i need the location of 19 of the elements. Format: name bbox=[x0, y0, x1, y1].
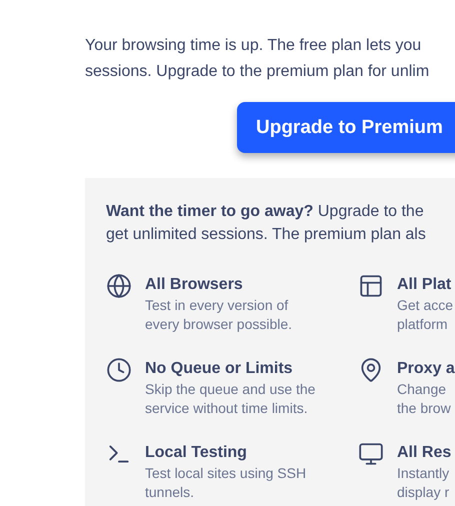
feature-description: Skip the queue and use the service without time limits. bbox=[145, 380, 316, 418]
globe-icon bbox=[106, 273, 132, 299]
clock-icon bbox=[106, 357, 132, 383]
upgrade-text: Want the timer to go away? Upgrade to the get unlimited sessions. The premium plan als bbox=[106, 202, 427, 245]
monitor-icon bbox=[358, 441, 384, 467]
feature-description: Instantly display r bbox=[397, 464, 450, 502]
feature-title: Local Testing bbox=[145, 443, 248, 463]
feature-description: Test local sites using SSH tunnels. bbox=[145, 464, 306, 502]
feature-title: No Queue or Limits bbox=[145, 359, 294, 379]
intro-text: Your browsing time is up. The free plan lets you sessions. Upgrade to the premium plan for unlim bbox=[85, 36, 430, 82]
feature-title: All Plat bbox=[397, 275, 452, 295]
feature-title: All Browsers bbox=[145, 275, 244, 295]
feature-description: Get acce platform bbox=[397, 296, 454, 334]
feature-description: Test in every version of every browser possible. bbox=[145, 296, 292, 334]
layout-icon bbox=[358, 273, 384, 299]
feature-description: Change the brow bbox=[397, 380, 452, 418]
feature-title: All Res bbox=[397, 443, 452, 463]
feature-title: Proxy a bbox=[397, 359, 455, 379]
upgrade-button[interactable]: Upgrade to Premium bbox=[237, 102, 455, 153]
